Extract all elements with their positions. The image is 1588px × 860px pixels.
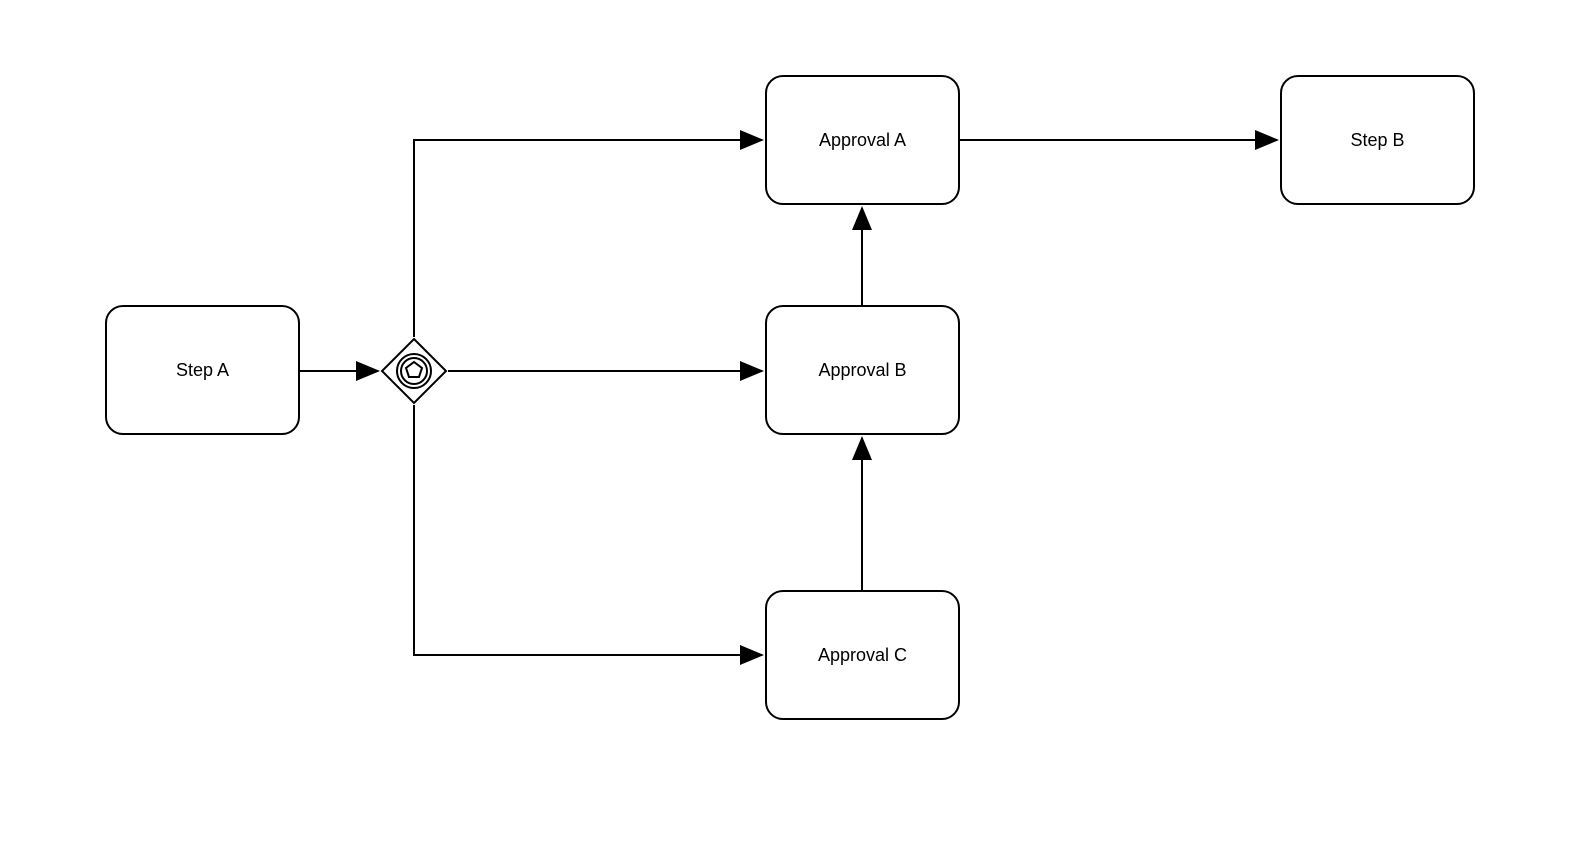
task-step-b[interactable]: Step B xyxy=(1280,75,1475,205)
edge-gateway-to-approval-a xyxy=(414,140,762,337)
task-approval-a[interactable]: Approval A xyxy=(765,75,960,205)
task-label: Step B xyxy=(1350,130,1404,151)
task-label: Approval C xyxy=(818,645,907,666)
workflow-diagram: Step A Approval A Approval B Approval C … xyxy=(0,0,1588,860)
task-approval-c[interactable]: Approval C xyxy=(765,590,960,720)
gateway-complex[interactable] xyxy=(380,337,448,410)
task-label: Step A xyxy=(176,360,229,381)
task-label: Approval B xyxy=(818,360,906,381)
edge-gateway-to-approval-c xyxy=(414,405,762,655)
task-label: Approval A xyxy=(819,130,906,151)
task-approval-b[interactable]: Approval B xyxy=(765,305,960,435)
gateway-icon xyxy=(380,337,448,405)
task-step-a[interactable]: Step A xyxy=(105,305,300,435)
